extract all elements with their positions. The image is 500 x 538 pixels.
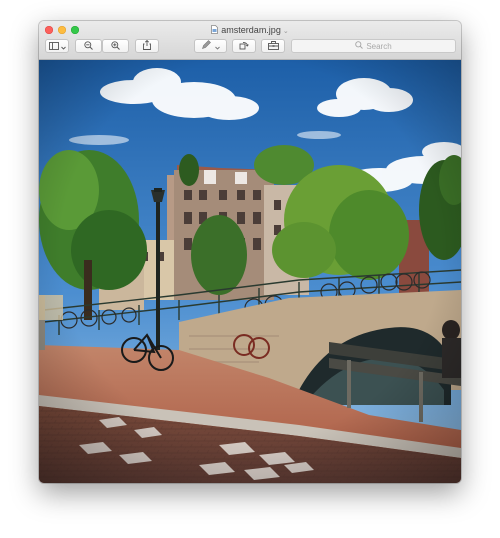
markup-button[interactable] xyxy=(194,39,227,53)
title-chevron-icon[interactable]: ⌄ xyxy=(283,28,289,35)
rotate-button[interactable] xyxy=(232,39,256,53)
sidebar-toggle-button[interactable] xyxy=(45,39,69,53)
search-field[interactable]: Search xyxy=(291,39,456,53)
search-placeholder: Search xyxy=(366,41,392,51)
zoom-out-button[interactable] xyxy=(75,39,102,53)
sidebar-chevron-down-icon xyxy=(60,37,66,55)
search-icon xyxy=(355,41,366,51)
pen-icon xyxy=(201,37,211,55)
title-bar[interactable]: amsterdam.jpg ⌄ Search xyxy=(39,21,461,60)
preview-window: amsterdam.jpg ⌄ Search xyxy=(39,21,461,483)
document-image[interactable] xyxy=(39,60,461,483)
rotate-icon xyxy=(239,37,249,55)
sidebar-icon xyxy=(48,37,59,55)
zoom-in-icon xyxy=(111,37,120,55)
zoom-out-icon xyxy=(84,37,93,55)
toolbox-icon xyxy=(267,37,279,55)
document-icon xyxy=(211,24,219,38)
window-title-text: amsterdam.jpg xyxy=(221,25,281,35)
zoom-in-button[interactable] xyxy=(102,39,129,53)
share-icon xyxy=(143,37,151,55)
toolbox-button[interactable] xyxy=(261,39,285,53)
share-button[interactable] xyxy=(135,39,159,53)
markup-chevron-down-icon xyxy=(215,37,220,55)
window-title[interactable]: amsterdam.jpg ⌄ xyxy=(39,23,461,37)
